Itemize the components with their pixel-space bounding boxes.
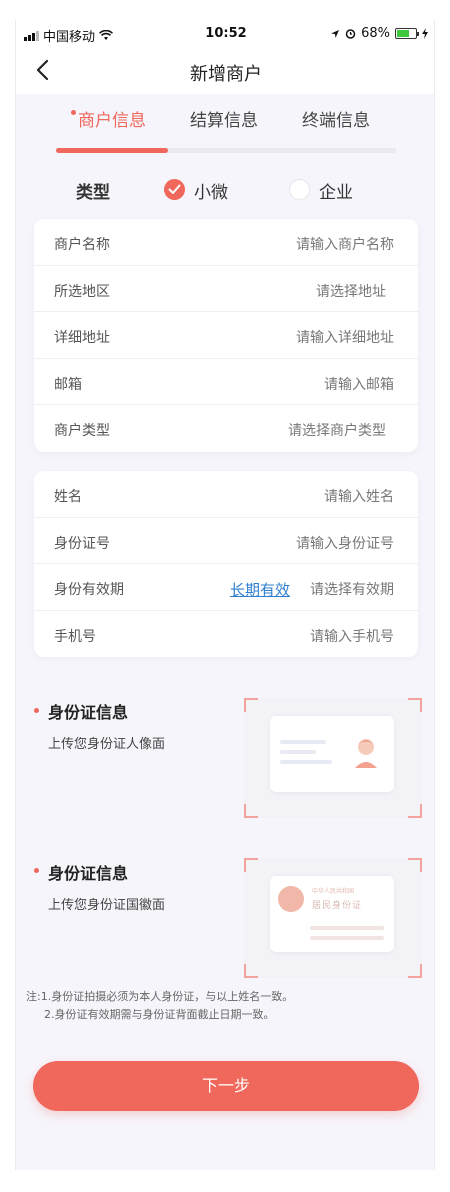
id-card-country-text: 中华人民共和国 <box>312 888 355 895</box>
field-label: 所选地区 <box>54 283 110 300</box>
check-icon <box>168 184 181 194</box>
tab-label: 结算信息 <box>190 111 258 131</box>
battery-percent: 68% <box>361 26 390 41</box>
alarm-icon <box>345 29 356 39</box>
radio-enterprise[interactable] <box>289 179 310 200</box>
id-number-input[interactable]: 请输入身份证号 <box>296 533 394 553</box>
merchant-name-input[interactable]: 请输入商户名称 <box>296 234 394 254</box>
page-title: 新增商户 <box>190 64 262 85</box>
emblem-icon <box>278 886 304 912</box>
merchant-type-select[interactable]: 请选择商户类型 <box>288 420 386 440</box>
name-field[interactable]: 姓名 请输入姓名 <box>34 471 418 518</box>
field-label: 商户名称 <box>54 237 110 253</box>
nav-bar: 新增商户 <box>16 48 434 94</box>
id-card-portrait-icon <box>270 716 394 792</box>
merchant-type-field[interactable]: 商户类型 请选择商户类型 <box>34 405 418 452</box>
tab-terminal-info[interactable]: 终端信息 <box>302 106 370 131</box>
phone-screen: 中国移动 10:52 68% 新增商户 商户信息 结算信息 终端信息 类型 小微… <box>15 20 435 1170</box>
region-select[interactable]: 请选择地址 <box>316 281 386 301</box>
id-front-title: 身份证信息 <box>48 703 129 722</box>
id-front-subtitle: 上传您身份证人像面 <box>48 737 166 752</box>
step-progress-track <box>56 148 396 153</box>
long-term-valid-link[interactable]: 长期有效 <box>230 579 290 600</box>
location-icon <box>331 29 340 38</box>
address-field[interactable]: 详细地址 请输入详细地址 <box>34 312 418 359</box>
notes: 注:1.身份证拍摄必须为本人身份证，与以上姓名一致。 2.身份证有效期需与身份证… <box>26 988 293 1024</box>
note-line-2: 2.身份证有效期需与身份证背面截止日期一致。 <box>44 1008 275 1021</box>
merchant-name-field[interactable]: 商户名称 请输入商户名称 <box>34 219 418 266</box>
phone-field[interactable]: 手机号 请输入手机号 <box>34 611 418 658</box>
step-tabs: 商户信息 结算信息 终端信息 <box>56 106 396 136</box>
address-input[interactable]: 请输入详细地址 <box>296 327 394 347</box>
phone-input[interactable]: 请输入手机号 <box>310 626 394 646</box>
field-label: 详细地址 <box>54 330 110 347</box>
radio-enterprise-label[interactable]: 企业 <box>319 178 353 203</box>
id-card-title-text: 居民身份证 <box>312 901 363 911</box>
status-bar: 中国移动 10:52 68% <box>16 20 434 48</box>
id-card-emblem-icon: 中华人民共和国 居民身份证 <box>270 876 394 952</box>
section-dot <box>34 708 39 713</box>
email-field[interactable]: 邮箱 请输入邮箱 <box>34 359 418 406</box>
id-back-subtitle: 上传您身份证国徽面 <box>48 898 166 913</box>
tab-label: 终端信息 <box>302 111 370 131</box>
region-field[interactable]: 所选地区 请选择地址 <box>34 266 418 313</box>
personal-info-card: 姓名 请输入姓名 身份证号 请输入身份证号 身份有效期 长期有效 请选择有效期 … <box>34 471 418 657</box>
id-number-field[interactable]: 身份证号 请输入身份证号 <box>34 518 418 565</box>
radio-micro[interactable] <box>164 179 185 200</box>
name-input[interactable]: 请输入姓名 <box>324 486 394 506</box>
tab-settlement-info[interactable]: 结算信息 <box>190 106 258 131</box>
tab-label: 商户信息 <box>78 111 146 131</box>
tab-merchant-info[interactable]: 商户信息 <box>71 106 146 131</box>
field-label: 身份有效期 <box>54 582 124 599</box>
id-front-upload[interactable] <box>244 698 422 818</box>
radio-micro-label[interactable]: 小微 <box>194 178 228 203</box>
field-label: 邮箱 <box>54 376 82 393</box>
field-label: 身份证号 <box>54 535 110 552</box>
section-dot <box>34 868 39 873</box>
id-validity-field[interactable]: 身份有效期 长期有效 请选择有效期 <box>34 564 418 611</box>
field-label: 姓名 <box>54 489 82 505</box>
charging-icon <box>422 28 428 39</box>
field-label: 商户类型 <box>54 423 110 440</box>
battery-icon <box>395 28 419 39</box>
next-button[interactable]: 下一步 <box>33 1061 419 1111</box>
id-back-upload[interactable]: 中华人民共和国 居民身份证 <box>244 858 422 978</box>
id-back-title: 身份证信息 <box>48 864 129 883</box>
email-input[interactable]: 请输入邮箱 <box>324 374 394 394</box>
step-progress-fill <box>56 148 169 153</box>
type-selector: 类型 小微 企业 <box>16 178 434 203</box>
active-dot <box>71 110 76 115</box>
type-label: 类型 <box>76 183 110 203</box>
field-label: 手机号 <box>54 628 96 645</box>
merchant-info-card: 商户名称 请输入商户名称 所选地区 请选择地址 详细地址 请输入详细地址 邮箱 … <box>34 219 418 452</box>
validity-select[interactable]: 请选择有效期 <box>310 579 394 599</box>
note-line-1: 注:1.身份证拍摄必须为本人身份证，与以上姓名一致。 <box>26 990 294 1003</box>
